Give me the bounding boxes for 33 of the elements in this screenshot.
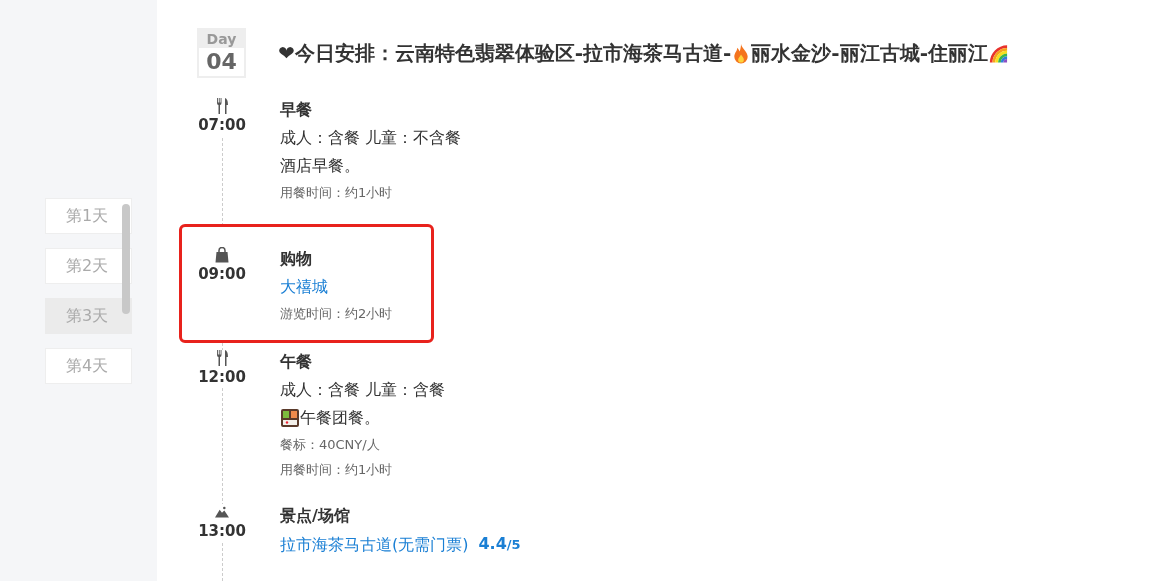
- duration-note: 游览时间：约2小时: [280, 305, 393, 323]
- duration-note: 餐标：40CNY/人: [280, 436, 381, 454]
- place-link[interactable]: 拉市海茶马古道(无需门票): [280, 530, 469, 559]
- duration-note: 用餐时间：约1小时: [280, 184, 394, 202]
- fork-knife-icon: [215, 350, 229, 366]
- bento-box-icon: [280, 408, 300, 428]
- event-time: 07:00: [198, 115, 246, 136]
- meal-info: 午餐团餐。: [300, 407, 380, 429]
- day-title: 丽水金沙-丽江古城-住丽江: [751, 40, 988, 67]
- event-title: 午餐: [280, 351, 313, 373]
- meal-info: 成人：含餐 儿童：含餐: [280, 379, 446, 401]
- mountain-icon: [215, 504, 229, 520]
- event-time: 13:00: [198, 521, 246, 542]
- day-badge: Day 04: [197, 28, 246, 78]
- event-time: 09:00: [198, 264, 246, 285]
- day-tab[interactable]: 第4天: [45, 347, 132, 384]
- rating: 4.4/5: [478, 533, 521, 555]
- day-tab[interactable]: 第1天: [45, 197, 132, 234]
- rainbow-icon: [987, 42, 1008, 64]
- day-title: ❤今日安排：云南特色翡翠体验区-拉市海茶马古道-: [278, 40, 732, 67]
- event-title: 早餐: [280, 99, 313, 121]
- event-time: 12:00: [198, 367, 246, 388]
- place-link[interactable]: 大禧城: [280, 273, 328, 301]
- day-tab[interactable]: 第2天: [45, 247, 132, 284]
- shopping-bag-icon: [215, 247, 229, 263]
- day-tab[interactable]: 第3天: [45, 297, 132, 334]
- meal-info: 成人：含餐 儿童：不含餐: [280, 127, 462, 149]
- event-title: 购物: [280, 248, 313, 270]
- fork-knife-icon: [215, 98, 229, 114]
- duration-note: 用餐时间：约1小时: [280, 461, 394, 479]
- scrollbar-thumb[interactable]: [122, 203, 130, 314]
- meal-info: 酒店早餐。: [280, 155, 360, 177]
- event-title: 景点/场馆: [280, 505, 351, 527]
